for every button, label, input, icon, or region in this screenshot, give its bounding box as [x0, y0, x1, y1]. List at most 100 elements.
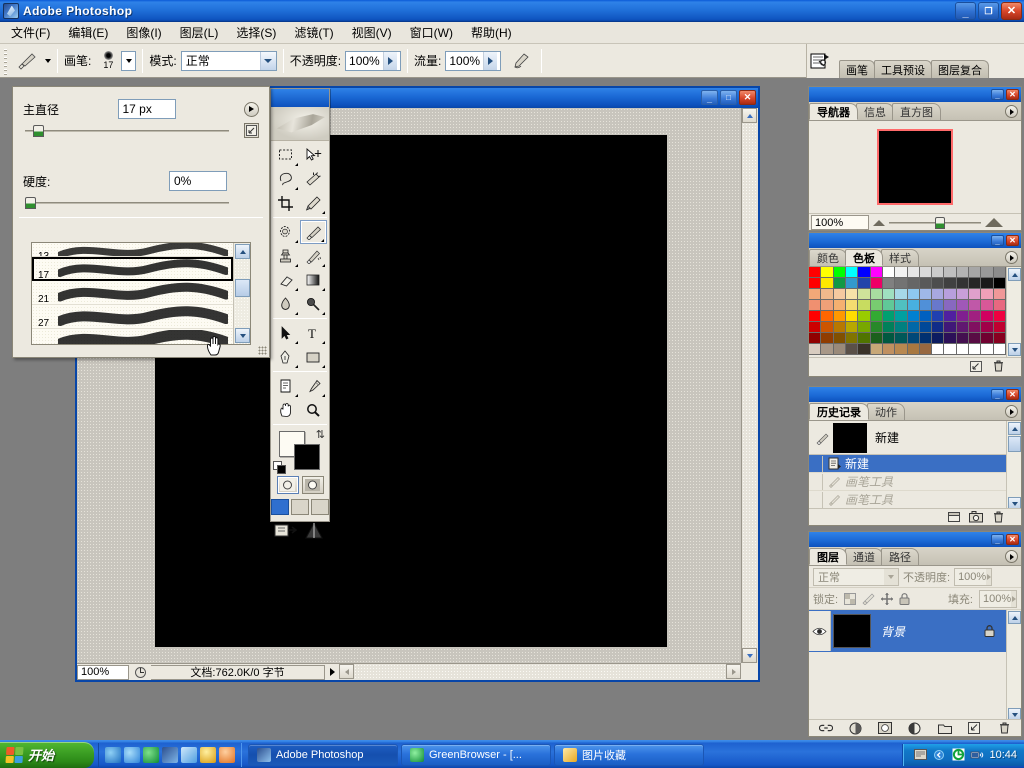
- color-swatch[interactable]: [981, 322, 994, 333]
- tab-channels[interactable]: 通道: [845, 548, 883, 565]
- color-swatch[interactable]: [932, 311, 945, 322]
- list-item[interactable]: 13: [32, 243, 233, 257]
- dodge-tool[interactable]: [300, 292, 327, 316]
- history-snapshot-row[interactable]: 新建: [809, 421, 1021, 455]
- color-swatch[interactable]: [919, 278, 933, 289]
- color-swatch[interactable]: [993, 311, 1006, 322]
- explorer-icon[interactable]: [124, 746, 140, 763]
- color-swatch[interactable]: [821, 344, 834, 355]
- document-horizontal-scrollbar[interactable]: [339, 663, 741, 680]
- blend-mode-select[interactable]: 正常: [180, 50, 277, 71]
- eyedropper-tool[interactable]: [300, 374, 327, 398]
- scroll-left-button[interactable]: [339, 664, 354, 679]
- color-swatch[interactable]: [944, 267, 957, 278]
- tab-actions[interactable]: 动作: [867, 403, 905, 420]
- history-brush-toggle[interactable]: [809, 491, 823, 508]
- taskbar-item-photoshop[interactable]: Adobe Photoshop: [248, 743, 398, 766]
- blur-tool[interactable]: [273, 292, 300, 316]
- list-item[interactable]: 27: [32, 305, 233, 329]
- color-swatch[interactable]: [932, 278, 945, 289]
- zoom-out-icon[interactable]: [873, 219, 885, 226]
- full-screen-mode[interactable]: [311, 499, 329, 515]
- color-swatch[interactable]: [944, 333, 957, 344]
- flow-slider-arrow[interactable]: [483, 51, 498, 70]
- color-swatch[interactable]: [932, 322, 945, 333]
- history-state-row[interactable]: 画笔工具: [809, 491, 1021, 509]
- lock-position-icon[interactable]: [881, 592, 894, 605]
- imageready-icon[interactable]: [301, 521, 327, 541]
- restore-button[interactable]: ❐: [978, 2, 999, 20]
- link-layers-icon[interactable]: [818, 722, 833, 735]
- master-diameter-input[interactable]: 17 px: [117, 99, 176, 119]
- color-swatch[interactable]: [882, 344, 896, 355]
- color-swatch[interactable]: [870, 300, 883, 311]
- color-swatch[interactable]: [932, 344, 945, 355]
- layer-style-icon[interactable]: [849, 722, 863, 735]
- color-swatch[interactable]: [858, 267, 871, 278]
- color-swatch[interactable]: [870, 267, 883, 278]
- color-swatch[interactable]: [895, 278, 908, 289]
- color-swatch[interactable]: [809, 289, 822, 300]
- file-browser-icon[interactable]: [807, 44, 833, 78]
- close-button[interactable]: ✕: [1006, 534, 1019, 545]
- color-swatch[interactable]: [907, 278, 920, 289]
- color-swatch[interactable]: [956, 289, 970, 300]
- history-state-row[interactable]: 画笔工具: [809, 473, 1021, 491]
- color-swatch[interactable]: [956, 311, 970, 322]
- marquee-tool[interactable]: [273, 143, 300, 167]
- pen-tool[interactable]: [273, 345, 300, 369]
- color-swatch[interactable]: [944, 278, 957, 289]
- color-swatch[interactable]: [932, 267, 945, 278]
- scrollbar-thumb[interactable]: [235, 279, 250, 297]
- color-swatch[interactable]: [895, 311, 908, 322]
- chevron-down-icon[interactable]: [259, 51, 276, 70]
- color-swatch[interactable]: [956, 344, 970, 355]
- color-swatch[interactable]: [944, 311, 957, 322]
- brush-picker-button[interactable]: [121, 50, 137, 71]
- new-preset-icon[interactable]: [244, 123, 259, 138]
- color-swatch[interactable]: [870, 311, 883, 322]
- layers-scrollbar[interactable]: [1006, 610, 1021, 722]
- color-swatch[interactable]: [821, 278, 834, 289]
- swatches-title-bar[interactable]: _ ✕: [809, 233, 1021, 248]
- color-swatch[interactable]: [969, 344, 982, 355]
- color-swatch[interactable]: [809, 300, 822, 311]
- color-swatch[interactable]: [907, 344, 920, 355]
- color-swatch[interactable]: [907, 267, 920, 278]
- brush-preview[interactable]: 17: [95, 47, 121, 75]
- quick-mask-mode[interactable]: [301, 476, 324, 494]
- photoshop-icon[interactable]: [162, 746, 178, 763]
- status-proxy-icon[interactable]: [129, 665, 151, 680]
- color-swatch[interactable]: [969, 300, 982, 311]
- color-swatch[interactable]: [993, 289, 1006, 300]
- show-hidden-icon[interactable]: [932, 748, 946, 762]
- new-document-from-state-icon[interactable]: [947, 511, 961, 524]
- color-swatch[interactable]: [809, 322, 822, 333]
- chevron-down-icon[interactable]: [884, 568, 898, 585]
- scroll-up-button[interactable]: [235, 244, 250, 259]
- close-button[interactable]: ✕: [1006, 389, 1019, 400]
- color-swatch[interactable]: [969, 289, 982, 300]
- menu-help[interactable]: 帮助(H): [462, 22, 521, 43]
- color-swatch[interactable]: [858, 300, 871, 311]
- color-swatch[interactable]: [882, 289, 896, 300]
- standard-mask-mode[interactable]: [276, 476, 299, 494]
- color-swatch[interactable]: [993, 267, 1006, 278]
- qq-icon[interactable]: [200, 746, 216, 763]
- menu-select[interactable]: 选择(S): [227, 22, 285, 43]
- blend-mode-select[interactable]: 正常: [813, 567, 899, 586]
- background-color-swatch[interactable]: [294, 444, 320, 470]
- keyboard-layout-icon[interactable]: [913, 748, 927, 762]
- color-swatch[interactable]: [833, 322, 846, 333]
- color-swatch[interactable]: [882, 278, 896, 289]
- network-icon[interactable]: [970, 748, 984, 762]
- layer-thumbnail[interactable]: [833, 614, 871, 648]
- color-swatch[interactable]: [882, 322, 896, 333]
- document-vertical-scrollbar[interactable]: [741, 108, 758, 663]
- color-swatch[interactable]: [833, 267, 846, 278]
- adjustment-layer-icon[interactable]: [908, 722, 922, 735]
- color-swatch[interactable]: [993, 333, 1006, 344]
- history-state-row[interactable]: 新建: [809, 455, 1021, 473]
- tool-preset-dropdown-arrow[interactable]: [45, 58, 51, 63]
- well-tab-brushes[interactable]: 画笔: [839, 60, 875, 78]
